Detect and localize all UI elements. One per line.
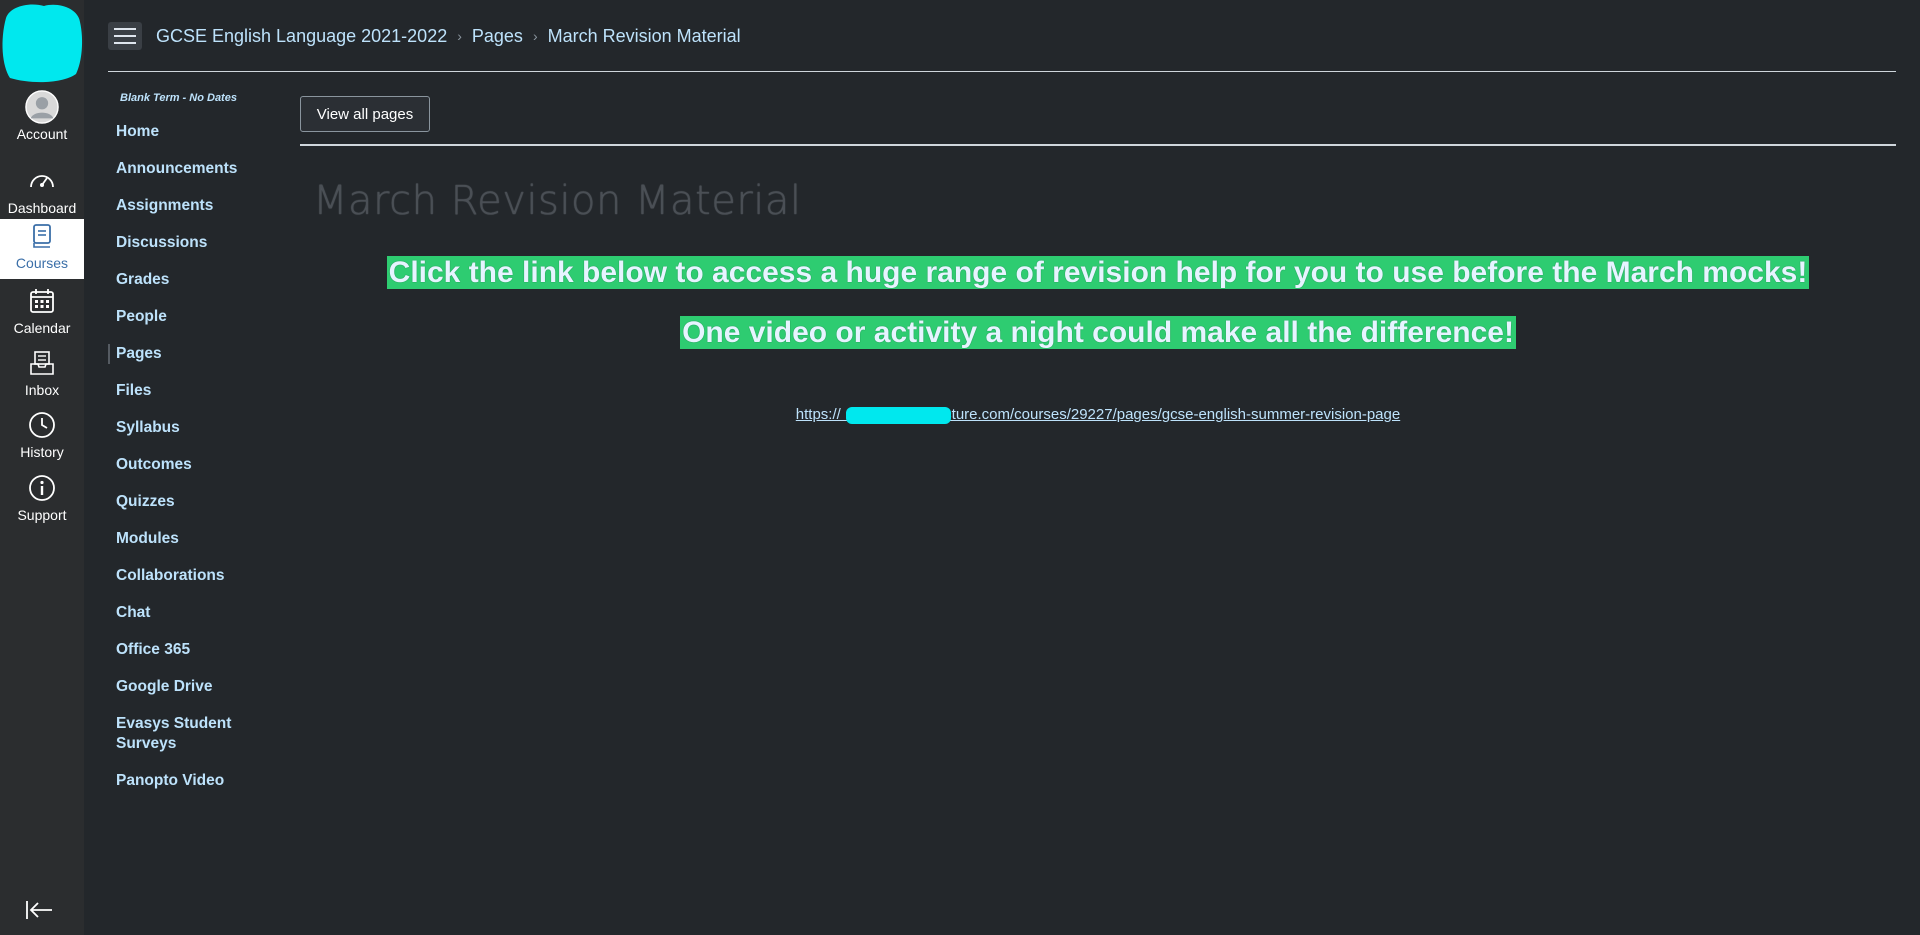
course-navigation: Blank Term - No Dates Home Announcements… xyxy=(108,92,298,808)
course-nav-home[interactable]: Home xyxy=(108,122,298,142)
course-nav-grades[interactable]: Grades xyxy=(108,270,298,290)
global-nav-label: Inbox xyxy=(24,382,60,398)
highlighted-text: One video or activity a night could make… xyxy=(680,316,1516,349)
content-divider xyxy=(300,144,1896,146)
course-nav-quizzes[interactable]: Quizzes xyxy=(108,492,298,512)
global-nav-courses[interactable]: Courses xyxy=(0,219,84,279)
page-header: GCSE English Language 2021-2022 › Pages … xyxy=(84,0,1896,71)
course-nav-chat[interactable]: Chat xyxy=(108,603,298,623)
course-nav-panopto-video[interactable]: Panopto Video xyxy=(108,771,298,791)
support-info-icon xyxy=(25,471,59,505)
course-nav-announcements[interactable]: Announcements xyxy=(108,159,298,179)
global-nav-label: Dashboard xyxy=(7,200,77,216)
global-nav-label: Courses xyxy=(15,255,69,271)
calendar-icon xyxy=(25,284,59,318)
global-nav-history[interactable]: History xyxy=(0,408,84,468)
breadcrumb-pages[interactable]: Pages xyxy=(472,26,523,47)
global-nav-label: Calendar xyxy=(13,320,71,336)
course-nav-modules[interactable]: Modules xyxy=(108,529,298,549)
global-nav-label: Account xyxy=(16,126,68,142)
global-nav-calendar[interactable]: Calendar xyxy=(0,284,84,344)
highlighted-text: Click the link below to access a huge ra… xyxy=(386,256,1810,289)
course-nav-office-365[interactable]: Office 365 xyxy=(108,640,298,660)
highlighted-instruction: Click the link below to access a huge ra… xyxy=(300,256,1896,290)
account-avatar-icon xyxy=(25,90,59,124)
redaction-mark xyxy=(845,407,951,424)
global-nav-inbox[interactable]: Inbox xyxy=(0,346,84,406)
course-nav-google-drive[interactable]: Google Drive xyxy=(108,677,298,697)
course-nav-outcomes[interactable]: Outcomes xyxy=(108,455,298,475)
revision-link-container: https:// instructure.com/courses/29227/p… xyxy=(300,406,1896,424)
course-nav-collaborations[interactable]: Collaborations xyxy=(108,566,298,586)
chevron-right-icon: › xyxy=(457,28,462,44)
global-navigation: Account Dashboard Courses Calendar Inbox… xyxy=(0,0,84,935)
course-nav-assignments[interactable]: Assignments xyxy=(108,196,298,216)
course-nav-discussions[interactable]: Discussions xyxy=(108,233,298,253)
course-menu-toggle-button[interactable] xyxy=(108,22,142,50)
global-nav-label: History xyxy=(20,444,64,460)
course-nav-evasys-student-surveys[interactable]: Evasys Student Surveys xyxy=(108,714,246,754)
page-title: March Revision Material xyxy=(313,178,802,224)
highlighted-encouragement: One video or activity a night could make… xyxy=(300,316,1896,350)
collapse-arrow-icon xyxy=(26,901,52,919)
dashboard-gauge-icon xyxy=(25,164,59,198)
global-nav-dashboard[interactable]: Dashboard xyxy=(0,164,84,224)
institution-logo[interactable] xyxy=(0,0,84,84)
collapse-nav-button[interactable] xyxy=(24,898,60,922)
hamburger-icon xyxy=(114,28,136,30)
history-clock-icon xyxy=(25,408,59,442)
inbox-tray-icon xyxy=(25,346,59,380)
term-label: Blank Term - No Dates xyxy=(120,92,237,104)
course-nav-files[interactable]: Files xyxy=(108,381,298,401)
global-nav-label: Support xyxy=(17,507,67,523)
chevron-right-icon: › xyxy=(532,28,538,44)
header-divider xyxy=(108,71,1896,72)
global-nav-account[interactable]: Account xyxy=(0,90,84,150)
course-nav-syllabus[interactable]: Syllabus xyxy=(108,418,298,438)
view-all-pages-button[interactable]: View all pages xyxy=(300,96,430,132)
breadcrumb: GCSE English Language 2021-2022 › Pages … xyxy=(156,22,741,50)
course-nav-people[interactable]: People xyxy=(108,307,298,327)
global-nav-support[interactable]: Support xyxy=(0,471,84,531)
revision-page-link[interactable]: https:// instructure.com/courses/29227/p… xyxy=(796,406,1400,424)
breadcrumb-course[interactable]: GCSE English Language 2021-2022 xyxy=(156,26,447,47)
course-nav-pages[interactable]: Pages xyxy=(108,344,298,364)
courses-book-icon xyxy=(25,219,59,253)
breadcrumb-current-page[interactable]: March Revision Material xyxy=(548,26,741,47)
